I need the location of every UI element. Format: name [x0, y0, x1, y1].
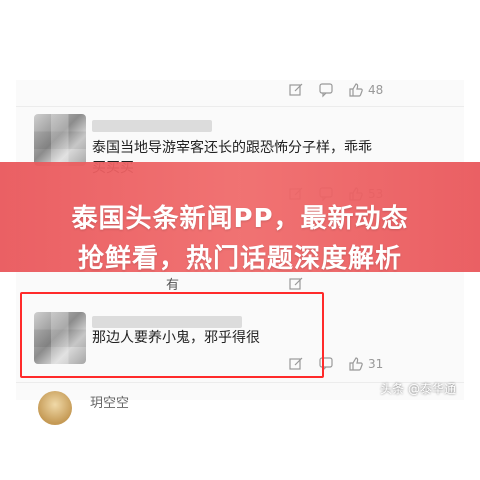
share-button[interactable]	[288, 82, 304, 98]
partial-comment-fragment: 有	[166, 278, 180, 293]
source-watermark: 头条 @泰华通	[380, 380, 456, 397]
share-button[interactable]	[288, 276, 304, 292]
comment-icon	[319, 83, 333, 98]
like-icon	[349, 357, 363, 371]
avatar[interactable]	[38, 391, 72, 425]
edit-icon	[289, 83, 303, 96]
banner-title-line-1: 泰国头条新闻PP，最新动态	[71, 204, 409, 234]
like-count: 48	[368, 83, 384, 97]
watermark-text: 头条 @泰华通	[380, 382, 456, 396]
reply-button[interactable]	[318, 82, 334, 98]
like-button[interactable]: 31	[348, 356, 383, 372]
divider	[16, 106, 464, 107]
bottom-username: 玥空空	[90, 396, 130, 411]
like-icon	[349, 83, 363, 97]
banner-title-line-2: 抢鲜看，热门话题深度解析	[77, 244, 402, 274]
username-blurred	[92, 120, 212, 132]
like-count: 31	[368, 357, 384, 371]
partial-actions	[288, 276, 304, 292]
edit-icon	[289, 277, 303, 290]
highlight-box	[20, 292, 324, 378]
comment-line: 泰国当地导游宰客还长的跟恐怖分子样，乖乖	[92, 140, 372, 156]
avatar[interactable]	[34, 114, 86, 166]
like-button[interactable]: 48	[348, 82, 383, 98]
comment-1-actions: 48	[288, 82, 383, 98]
